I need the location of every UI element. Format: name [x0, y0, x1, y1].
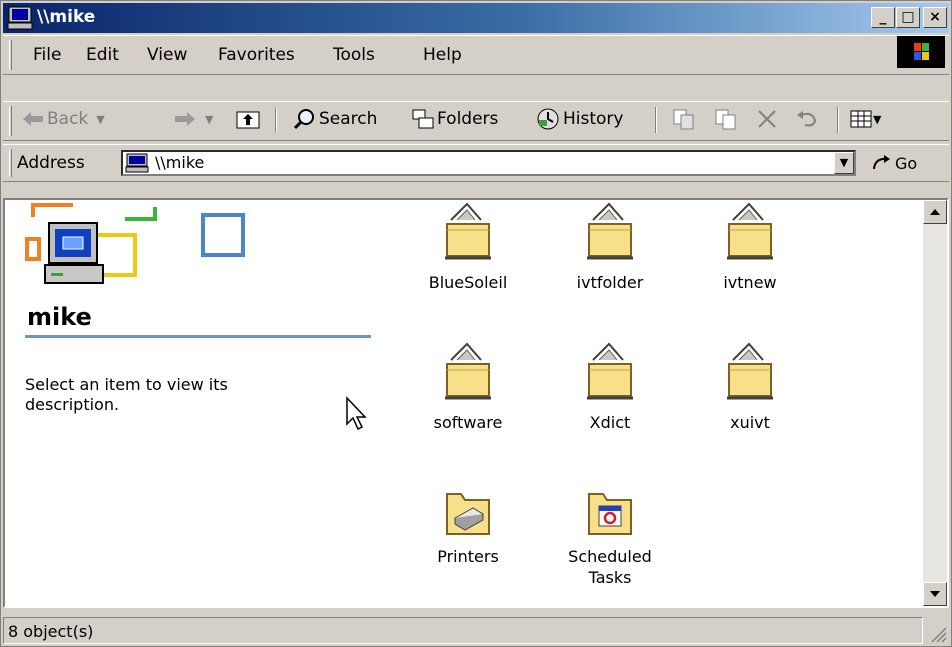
scroll-down-button[interactable] — [923, 582, 947, 606]
copy-to-button[interactable] — [713, 102, 739, 136]
share-software[interactable]: software — [413, 342, 523, 433]
back-dropdown-icon[interactable]: ▼ — [96, 113, 104, 126]
explorer-window: \\mike _ □ × File Edit View Favorites To… — [0, 0, 952, 647]
menu-favorites[interactable]: Favorites — [218, 45, 295, 65]
share-xuivt[interactable]: xuivt — [695, 342, 805, 433]
standard-toolbar: Back ▼ ▼ Search Folders History ▼ — [3, 101, 949, 141]
shared-folder-icon — [727, 342, 773, 400]
move-to-icon — [673, 109, 694, 130]
forward-arrow-icon — [175, 112, 195, 126]
item-label: BlueSoleil — [428, 273, 508, 292]
search-icon — [293, 109, 314, 130]
windows-flag-icon — [914, 43, 929, 60]
item-label: xuivt — [730, 413, 770, 432]
share-ivtnew[interactable]: ivtnew — [695, 202, 805, 293]
views-button[interactable]: ▼ — [849, 102, 881, 136]
windows-logo — [897, 36, 945, 68]
item-label: ivtnew — [723, 273, 777, 292]
shared-folder-icon — [727, 202, 773, 260]
description-text: Select an item to view its description. — [25, 375, 228, 414]
address-dropdown-icon[interactable]: ▼ — [834, 152, 854, 174]
move-to-button[interactable] — [671, 102, 697, 136]
share-xdict[interactable]: Xdict — [555, 342, 665, 433]
scroll-up-arrow-icon — [930, 209, 940, 215]
menu-view[interactable]: View — [147, 45, 187, 65]
forward-dropdown-icon[interactable]: ▼ — [205, 113, 213, 126]
share-ivtfolder[interactable]: ivtfolder — [555, 202, 665, 293]
maximize-button[interactable]: □ — [896, 7, 920, 28]
folders-button[interactable]: Folders — [411, 102, 498, 136]
up-button[interactable] — [235, 102, 261, 136]
menu-file[interactable]: File — [33, 45, 61, 65]
printers-folder-icon — [446, 493, 490, 535]
go-button[interactable]: Go — [871, 147, 917, 179]
toolbar-separator — [837, 107, 839, 133]
address-label: Address — [17, 153, 85, 173]
item-label: software — [433, 413, 503, 432]
network-computer-icon — [25, 203, 245, 284]
menu-tools[interactable]: Tools — [333, 45, 375, 65]
views-icon — [850, 110, 872, 128]
menu-band: File Edit View Favorites Tools Help — [3, 35, 949, 75]
folder-view[interactable]: mike Select an item to view its descript… — [3, 198, 949, 608]
delete-button[interactable] — [755, 102, 779, 136]
address-grip[interactable] — [9, 149, 12, 177]
undo-icon — [797, 111, 817, 127]
vertical-scrollbar[interactable] — [923, 200, 947, 606]
back-arrow-icon — [23, 112, 43, 126]
history-button[interactable]: History — [535, 102, 623, 136]
history-icon — [537, 108, 559, 130]
shared-folder-icon — [445, 202, 491, 260]
printers-folder[interactable]: Printers — [413, 488, 523, 567]
window-title: \\mike — [37, 7, 96, 27]
minimize-button[interactable]: _ — [871, 7, 895, 28]
delete-icon — [758, 110, 776, 128]
mouse-cursor-icon — [346, 396, 367, 431]
share-bluesoleil[interactable]: BlueSoleil — [413, 202, 523, 293]
address-value: \\mike — [155, 153, 205, 172]
shared-folder-icon — [445, 342, 491, 400]
scheduled-tasks-folder-icon — [588, 493, 632, 535]
scroll-up-button[interactable] — [923, 200, 947, 224]
computer-icon — [7, 6, 33, 30]
web-view-pane: mike Select an item to view its descript… — [5, 200, 371, 606]
computer-icon — [125, 153, 149, 173]
views-dropdown-icon[interactable]: ▼ — [873, 113, 881, 126]
up-folder-icon — [236, 111, 260, 129]
folders-icon — [412, 109, 434, 129]
undo-button[interactable] — [795, 102, 819, 136]
menu-grip[interactable] — [9, 40, 12, 70]
go-arrow-icon — [873, 155, 890, 170]
item-label: Xdict — [589, 413, 631, 432]
forward-button[interactable]: ▼ — [173, 102, 213, 136]
address-field[interactable]: \\mike ▼ — [121, 150, 856, 176]
back-button[interactable]: Back ▼ — [21, 102, 105, 136]
address-band: Address \\mike ▼ Go — [3, 144, 949, 182]
title-bar[interactable]: \\mike _ □ × — [3, 3, 949, 33]
toolbar-separator — [275, 107, 277, 133]
search-button[interactable]: Search — [293, 102, 377, 136]
toolbar-separator — [655, 107, 657, 133]
scheduled-tasks-folder[interactable]: Scheduled Tasks — [555, 488, 665, 588]
resize-grip-icon[interactable] — [929, 625, 947, 643]
close-button[interactable]: × — [923, 7, 947, 28]
shared-folder-icon — [587, 342, 633, 400]
copy-to-icon — [715, 109, 736, 130]
item-label: Scheduled Tasks — [568, 547, 652, 587]
menu-help[interactable]: Help — [423, 45, 462, 65]
menu-edit[interactable]: Edit — [86, 45, 119, 65]
title-divider — [25, 335, 371, 338]
item-label: ivtfolder — [576, 273, 644, 292]
shared-folder-icon — [587, 202, 633, 260]
scroll-down-arrow-icon — [930, 591, 940, 597]
status-bar: 8 object(s) — [3, 615, 949, 645]
status-text: 8 object(s) — [3, 617, 923, 644]
toolbar-grip[interactable] — [9, 106, 12, 136]
item-label: Printers — [437, 547, 499, 566]
folder-title: mike — [27, 303, 92, 331]
